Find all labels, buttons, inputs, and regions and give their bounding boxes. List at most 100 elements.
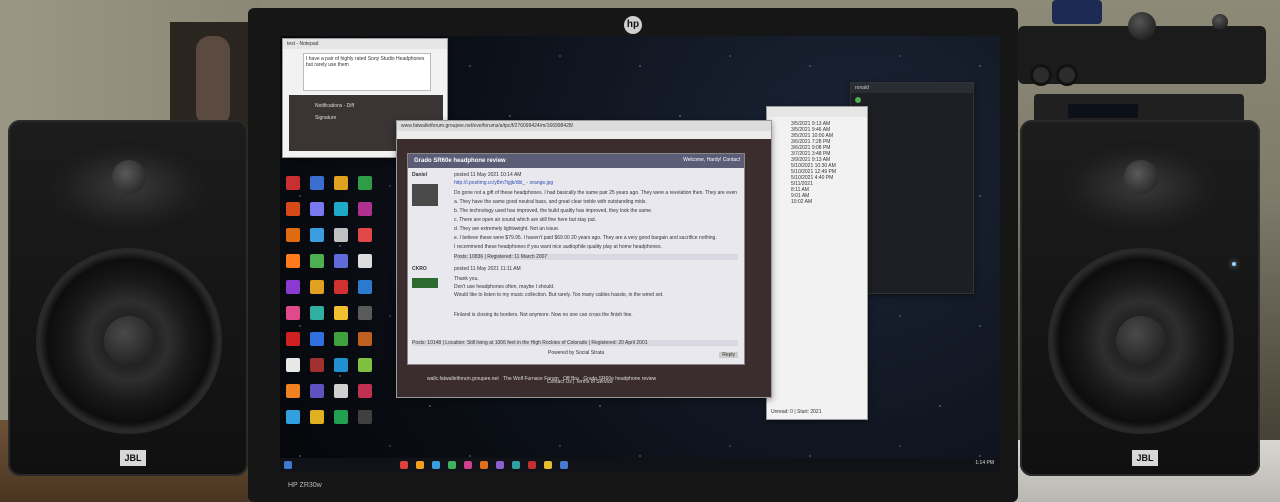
post-line: Would like to listen to my music collect… [454,292,664,298]
browser-url-bar[interactable]: www.fatwalletforum.groupee.net/eve/forum… [397,121,771,131]
taskbar-app-icon[interactable] [480,461,488,469]
hp-logo: hp [624,16,642,34]
post-line: Finland is closing its borders. Not anym… [454,312,633,318]
message-list-title [767,107,867,117]
post-date: posted 11 May 2021 11:11 AM [454,266,521,272]
post-body: Do gone not a gift of these headphones. … [454,190,738,253]
taskbar-app-icon[interactable] [544,461,552,469]
desktop-app-icon[interactable] [286,332,300,346]
desktop-app-icon[interactable] [334,358,348,372]
desktop-app-icon[interactable] [286,228,300,242]
desktop-app-icon[interactable] [310,306,324,320]
taskbar-app-icon[interactable] [464,461,472,469]
desktop-app-icon[interactable] [286,358,300,372]
desktop-app-icon[interactable] [358,332,372,346]
taskbar-clock[interactable]: 1:14 PM [975,460,994,466]
notepad-content[interactable]: I have a pair of highly rated Sony Studi… [304,54,430,70]
post-line: a. They have the same good neutral bass,… [454,199,647,205]
post-line: b. The technology used has improved, the… [454,208,653,214]
taskbar-app-icon[interactable] [496,461,504,469]
post-line: d. They are extremely lightweight. Not a… [454,226,560,232]
woofer-dust-cap [1116,316,1166,366]
desktop-app-icon[interactable] [334,410,348,424]
left-speaker: JBL [8,120,248,476]
notification-title: Notifications - Diff [315,103,355,109]
desktop-app-icon[interactable] [358,202,372,216]
desktop-app-icon[interactable] [358,254,372,268]
desktop-app-icon[interactable] [334,254,348,268]
taskbar-app-icon[interactable] [416,461,424,469]
footer-links[interactable]: Contact Us | Terms of Service [547,379,613,385]
woofer-dust-cap [104,316,154,366]
desktop-app-icon[interactable] [310,384,324,398]
forum-welcome[interactable]: Welcome, Hardy! Contact [683,157,740,163]
right-speaker: JBL [1020,120,1260,476]
desktop-app-icon[interactable] [358,228,372,242]
desktop-app-icon[interactable] [286,254,300,268]
desktop-app-icon[interactable] [358,280,372,294]
desktop-app-icon[interactable] [286,176,300,190]
desktop-app-icon[interactable] [334,332,348,346]
desktop-app-icon[interactable] [334,280,348,294]
monitor-screen: test - Notepad I have a pair of highly r… [280,36,1000,472]
chat-title-bar: ronald [851,83,973,93]
post-line: c. There are open air sound which are st… [454,217,597,223]
browser-window[interactable]: www.fatwalletforum.groupee.net/eve/forum… [396,120,772,398]
desktop-app-icon[interactable] [358,306,372,320]
desktop-app-icon[interactable] [310,202,324,216]
reply-button[interactable]: Reply [719,352,738,358]
chat-window[interactable]: ronald [850,82,974,294]
post-line: e. I believe these were $79.95. I haven'… [454,235,717,241]
message-date[interactable]: 10:02 AM [791,199,863,205]
post-date: posted 11 May 2021 10:14 AM [454,172,522,178]
windows-taskbar: 1:14 PM [280,458,1000,472]
message-list-window[interactable]: 3/5/2021 9:13 AM 3/5/2021 9:46 AM 3/5/20… [766,106,868,420]
desktop-app-icon[interactable] [358,384,372,398]
bookmarks-bar [397,131,771,139]
desktop-app-icon[interactable] [358,176,372,190]
desktop-app-icon[interactable] [310,358,324,372]
sticker-patch [1052,0,1102,24]
desktop-app-icon[interactable] [358,358,372,372]
desktop-app-icon[interactable] [358,410,372,424]
tweeter [1124,160,1158,194]
taskbar-app-icon[interactable] [560,461,568,469]
post-line: Do gone not a gift of these headphones. … [454,190,738,196]
desktop-app-icon[interactable] [334,176,348,190]
desktop-app-icon[interactable] [310,332,324,346]
breadcrumb-item[interactable]: wallc.fatwalletforum.groupee.net [427,376,499,382]
post-line: Don't use headphones often, maybe I shou… [454,284,555,290]
desktop-app-icon[interactable] [286,384,300,398]
desktop-app-icon[interactable] [334,202,348,216]
post-footer: Posts: 10836 | Registered: 11 March 2007 [454,254,738,260]
xlr-port [1030,64,1052,86]
taskbar-app-icon[interactable] [512,461,520,469]
desktop-app-icon[interactable] [286,306,300,320]
post-link[interactable]: http://i.postimg.cc/y8m7tgjk/dbl_ - oran… [454,180,553,186]
desktop-app-icon[interactable] [310,228,324,242]
desktop-app-icon[interactable] [310,280,324,294]
start-icon[interactable] [284,461,292,469]
status-bar: Unread: 0 | Start: 2021 [771,409,822,415]
desktop-app-icon[interactable] [310,410,324,424]
desktop-app-icon[interactable] [334,384,348,398]
photo-scene: JBL JBL hp HP ZR30w test - Notepad I hav… [0,0,1280,502]
online-status-icon [855,97,861,103]
desktop-app-icon[interactable] [334,306,348,320]
desktop-app-icon[interactable] [286,202,300,216]
taskbar-app-icon[interactable] [400,461,408,469]
desktop-app-icon[interactable] [310,176,324,190]
desktop-app-icon[interactable] [286,280,300,294]
post-author[interactable]: CKRO [412,266,427,272]
desktop-app-icon[interactable] [310,254,324,268]
desktop-app-icon[interactable] [334,228,348,242]
desktop-icons [284,176,396,456]
post-body: Thank you. Don't use headphones often, m… [454,276,738,318]
desktop-app-icon[interactable] [286,410,300,424]
taskbar-app-icon[interactable] [528,461,536,469]
speaker-logo: JBL [1132,450,1158,466]
taskbar-app-icon[interactable] [448,461,456,469]
post-author[interactable]: Daniel [412,172,427,178]
power-led [1232,262,1236,266]
taskbar-app-icon[interactable] [432,461,440,469]
